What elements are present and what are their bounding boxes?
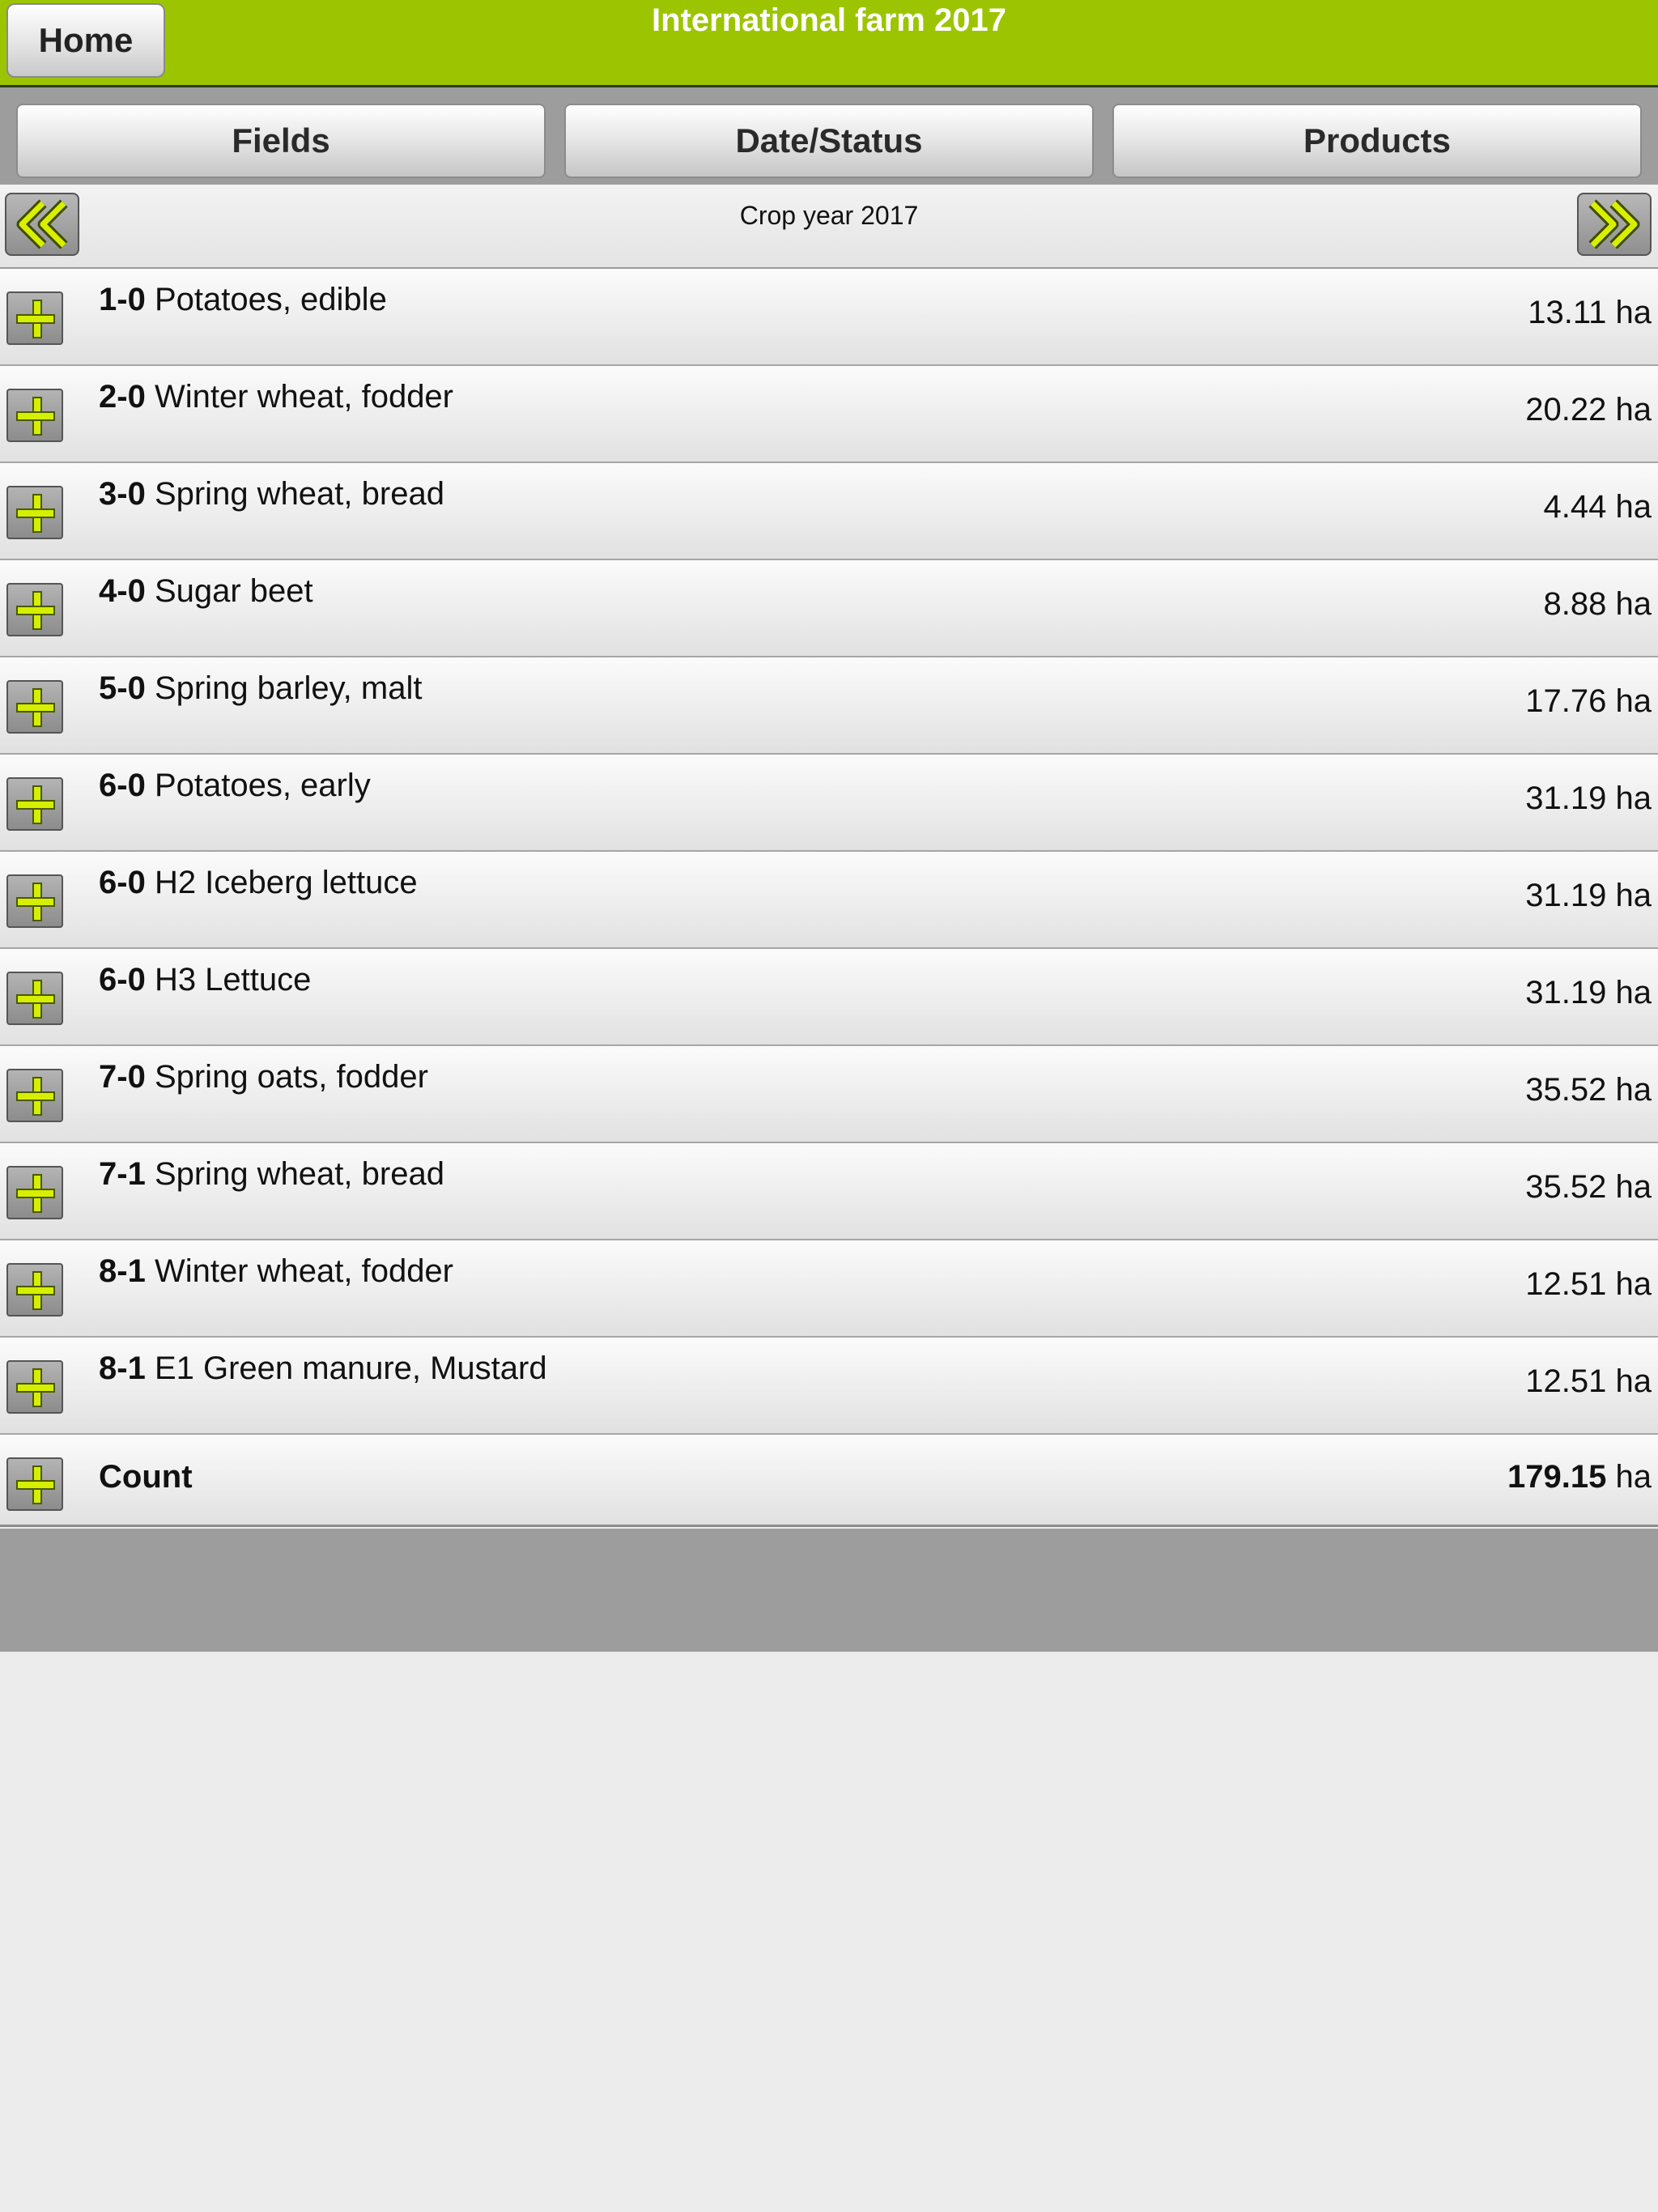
tab-fields[interactable]: Fields <box>16 104 546 178</box>
expand-plus-icon[interactable] <box>6 291 63 345</box>
list-item[interactable]: 8-1 Winter wheat, fodder 12.51 ha <box>0 1240 1658 1338</box>
area-unit: ha <box>1615 781 1652 816</box>
area-unit: ha <box>1615 1072 1652 1108</box>
list-item[interactable]: 7-0 Spring oats, fodder 35.52 ha <box>0 1046 1658 1143</box>
area-value: 17.76 <box>1525 683 1607 719</box>
expand-plus-icon[interactable] <box>6 583 63 636</box>
area-value: 8.88 <box>1543 586 1607 622</box>
field-code: 4-0 <box>99 573 146 609</box>
area-value: 31.19 <box>1525 781 1607 816</box>
field-code: 3-0 <box>99 476 146 512</box>
area-unit: ha <box>1615 586 1652 622</box>
area-value: 12.51 <box>1525 1266 1607 1302</box>
crop-name: Spring wheat, bread <box>154 476 444 512</box>
expand-plus-icon[interactable] <box>6 1457 63 1511</box>
total-row[interactable]: Count 179.15 ha <box>0 1435 1658 1527</box>
list-item[interactable]: 7-1 Spring wheat, bread 35.52 ha <box>0 1143 1658 1240</box>
next-year-button[interactable] <box>1577 193 1652 256</box>
area-value: 20.22 <box>1525 392 1607 428</box>
crop-name: Potatoes, edible <box>154 282 387 317</box>
area-unit: ha <box>1615 489 1652 525</box>
expand-plus-icon[interactable] <box>6 874 63 928</box>
area-unit: ha <box>1615 1363 1652 1399</box>
total-area-value: 179.15 <box>1507 1459 1607 1495</box>
field-code: 6-0 <box>99 865 146 900</box>
crop-name: Potatoes, early <box>154 768 371 803</box>
expand-plus-icon[interactable] <box>6 486 63 539</box>
year-navigation: Crop year 2017 <box>0 185 1658 269</box>
area-unit: ha <box>1615 295 1652 330</box>
area-value: 13.11 <box>1528 295 1607 330</box>
field-code: 8-1 <box>99 1253 146 1289</box>
crop-name: Spring barley, malt <box>154 670 423 706</box>
expand-plus-icon[interactable] <box>6 1069 63 1122</box>
crop-name: E1 Green manure, Mustard <box>154 1351 547 1386</box>
field-code: 6-0 <box>99 768 146 803</box>
area-value: 35.52 <box>1525 1072 1607 1108</box>
field-code: 2-0 <box>99 379 146 415</box>
list-item[interactable]: 4-0 Sugar beet 8.88 ha <box>0 560 1658 657</box>
list-item[interactable]: 6-0 Potatoes, early 31.19 ha <box>0 755 1658 852</box>
area-unit: ha <box>1615 975 1652 1010</box>
area-unit: ha <box>1615 683 1652 719</box>
expand-plus-icon[interactable] <box>6 1166 63 1219</box>
list-item[interactable]: 6-0 H3 Lettuce 31.19 ha <box>0 949 1658 1046</box>
field-code: 7-1 <box>99 1156 146 1192</box>
area-unit: ha <box>1615 878 1652 913</box>
expand-plus-icon[interactable] <box>6 1263 63 1317</box>
expand-plus-icon[interactable] <box>6 972 63 1025</box>
expand-plus-icon[interactable] <box>6 389 63 442</box>
expand-plus-icon[interactable] <box>6 1360 63 1414</box>
crop-year-label: Crop year 2017 <box>739 201 919 230</box>
crop-name: Spring wheat, bread <box>154 1156 444 1192</box>
crop-name: Sugar beet <box>154 573 313 609</box>
field-code: 7-0 <box>99 1059 146 1095</box>
area-value: 4.44 <box>1543 489 1607 525</box>
area-unit: ha <box>1615 1266 1652 1302</box>
field-code: 1-0 <box>99 282 146 317</box>
list-item[interactable]: 8-1 E1 Green manure, Mustard 12.51 ha <box>0 1338 1658 1435</box>
total-label: Count <box>99 1459 193 1495</box>
list-item[interactable]: 6-0 H2 Iceberg lettuce 31.19 ha <box>0 852 1658 949</box>
tab-bar: Fields Date/Status Products <box>0 87 1658 185</box>
crop-name: H2 Iceberg lettuce <box>154 865 418 900</box>
crop-name: Spring oats, fodder <box>154 1059 428 1095</box>
area-value: 35.52 <box>1525 1169 1607 1205</box>
crop-name: Winter wheat, fodder <box>154 1253 453 1289</box>
title-bar: Home International farm 2017 <box>0 0 1658 87</box>
list-item[interactable]: 3-0 Spring wheat, bread 4.44 ha <box>0 463 1658 560</box>
expand-plus-icon[interactable] <box>6 680 63 734</box>
expand-plus-icon[interactable] <box>6 777 63 831</box>
area-value: 31.19 <box>1525 975 1607 1010</box>
list-item[interactable]: 2-0 Winter wheat, fodder 20.22 ha <box>0 366 1658 463</box>
field-list: 1-0 Potatoes, edible 13.11 ha 2-0 Winter… <box>0 269 1658 1527</box>
crop-name: Winter wheat, fodder <box>154 379 453 415</box>
field-code: 5-0 <box>99 670 146 706</box>
crop-name: H3 Lettuce <box>154 962 312 998</box>
list-item[interactable]: 1-0 Potatoes, edible 13.11 ha <box>0 269 1658 366</box>
area-unit: ha <box>1615 392 1652 428</box>
area-unit: ha <box>1615 1169 1652 1205</box>
area-unit: ha <box>1615 1459 1652 1495</box>
field-code: 6-0 <box>99 962 146 998</box>
area-value: 12.51 <box>1525 1363 1607 1399</box>
tab-date-status[interactable]: Date/Status <box>564 104 1094 178</box>
field-code: 8-1 <box>99 1351 146 1386</box>
footer-band <box>0 1529 1658 1652</box>
page-title: International farm 2017 <box>652 2 1006 38</box>
list-item[interactable]: 5-0 Spring barley, malt 17.76 ha <box>0 657 1658 755</box>
tab-products[interactable]: Products <box>1112 104 1642 178</box>
double-chevron-right-icon <box>1588 199 1640 249</box>
area-value: 31.19 <box>1525 878 1607 913</box>
